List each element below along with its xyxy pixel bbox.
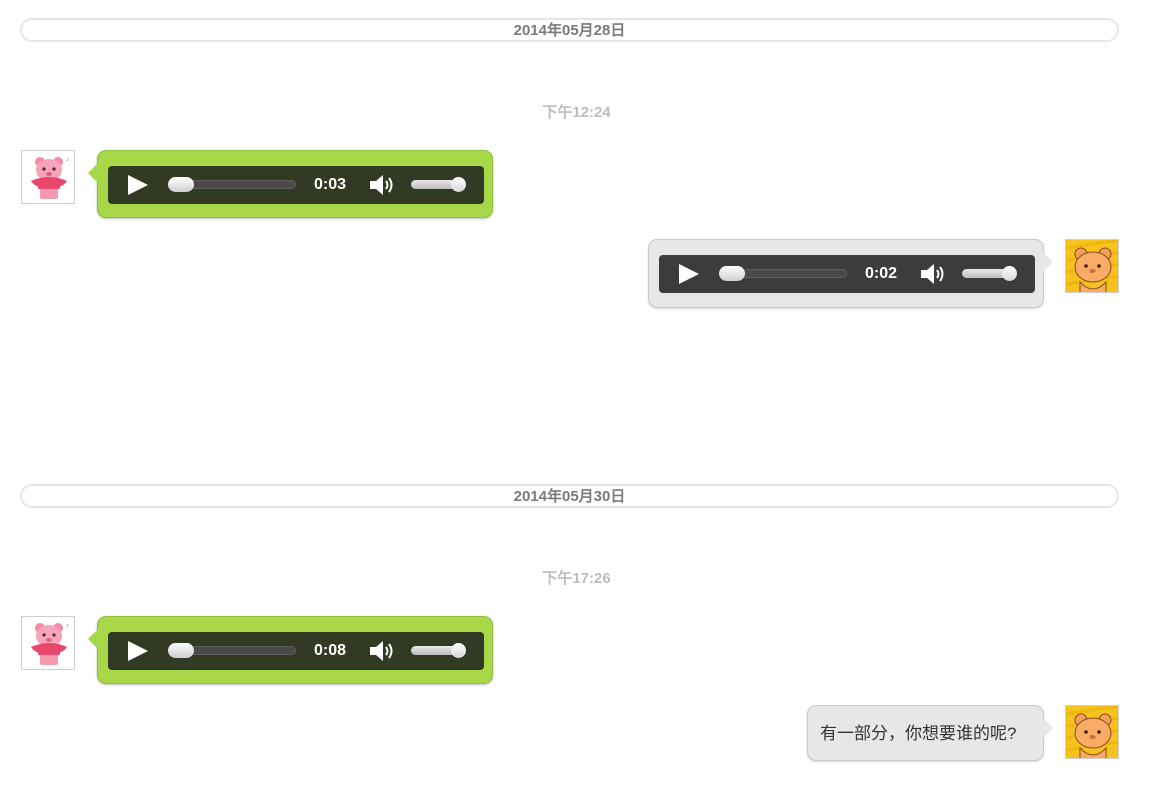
seek-bar[interactable] <box>719 266 847 281</box>
seek-knob[interactable] <box>168 177 194 192</box>
seek-knob[interactable] <box>719 266 745 281</box>
orange-bear-avatar[interactable] <box>1065 239 1119 293</box>
pink-bear-avatar[interactable]: ♪ <box>21 616 75 670</box>
bubble-tail <box>1043 252 1053 272</box>
volume-icon[interactable] <box>368 639 398 663</box>
duration-label: 0:03 <box>314 176 347 193</box>
bubble-tail <box>88 629 98 649</box>
duration-label: 0:02 <box>865 265 898 282</box>
volume-knob[interactable] <box>451 643 466 658</box>
audio-player[interactable]: 0:08 <box>108 632 484 670</box>
volume-knob[interactable] <box>1002 266 1017 281</box>
volume-slider[interactable] <box>411 177 466 192</box>
play-icon[interactable] <box>128 175 148 195</box>
audio-player[interactable]: 0:03 <box>108 166 484 204</box>
seek-bar[interactable] <box>168 643 296 658</box>
text-message-bubble[interactable]: 有一部分，你想要谁的呢? <box>807 705 1053 761</box>
seek-knob[interactable] <box>168 643 194 658</box>
audio-player[interactable]: 0:02 <box>659 255 1035 293</box>
date-separator: 2014年05月28日 <box>20 18 1119 42</box>
date-separator: 2014年05月30日 <box>20 484 1119 508</box>
volume-icon[interactable] <box>368 173 398 197</box>
volume-slider[interactable] <box>962 266 1017 281</box>
svg-text:♪: ♪ <box>66 157 69 163</box>
voice-message-bubble[interactable]: 0:08 <box>88 616 493 684</box>
pink-bear-avatar[interactable]: ♪ <box>21 150 75 204</box>
duration-label: 0:08 <box>314 642 347 659</box>
voice-message-bubble[interactable]: 0:02 <box>648 239 1053 308</box>
volume-slider[interactable] <box>411 643 466 658</box>
play-icon[interactable] <box>679 264 699 284</box>
orange-bear-avatar[interactable] <box>1065 705 1119 759</box>
voice-message-bubble[interactable]: 0:03 <box>88 150 493 218</box>
timestamp: 下午17:26 <box>542 570 611 587</box>
volume-knob[interactable] <box>451 177 466 192</box>
message-text: 有一部分，你想要谁的呢? <box>820 724 1017 743</box>
svg-text:♪: ♪ <box>66 623 69 629</box>
volume-icon[interactable] <box>919 262 949 286</box>
bubble-tail <box>1043 718 1053 738</box>
seek-bar[interactable] <box>168 177 296 192</box>
timestamp: 下午12:24 <box>542 104 611 121</box>
play-icon[interactable] <box>128 641 148 661</box>
bubble-tail <box>88 163 98 183</box>
